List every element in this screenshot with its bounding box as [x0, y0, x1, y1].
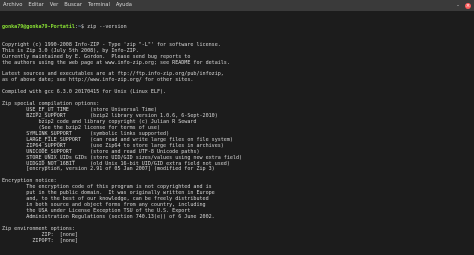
close-icon[interactable]: ×: [465, 2, 471, 9]
terminal-window: Archivo Editar Ver Buscar Terminal Ayuda…: [0, 0, 474, 255]
minimize-icon[interactable]: –: [455, 3, 461, 9]
menu-bar: Archivo Editar Ver Buscar Terminal Ayuda…: [0, 0, 474, 11]
prompt-user-host: gonka79@gonka79-Portatil: [2, 23, 75, 30]
menu-buscar[interactable]: Buscar: [64, 0, 82, 11]
terminal-output[interactable]: gonka79@gonka79-Portatil:~$ zip --versio…: [2, 13, 470, 253]
command-prompt-line: gonka79@gonka79-Portatil:~$ zip --versio…: [2, 23, 127, 30]
command-text: zip --version: [87, 23, 127, 30]
menu-terminal[interactable]: Terminal: [88, 0, 110, 11]
output-line: ZIPOPT: [none]: [2, 237, 78, 244]
menu-ayuda[interactable]: Ayuda: [116, 0, 132, 11]
prompt-sign: $: [81, 23, 85, 30]
command-output: Copyright (c) 1990-2008 Info-ZIP - Type …: [2, 42, 470, 245]
menu-editar[interactable]: Editar: [28, 0, 43, 11]
menu-archivo[interactable]: Archivo: [3, 0, 22, 11]
menu-ver[interactable]: Ver: [50, 0, 58, 11]
